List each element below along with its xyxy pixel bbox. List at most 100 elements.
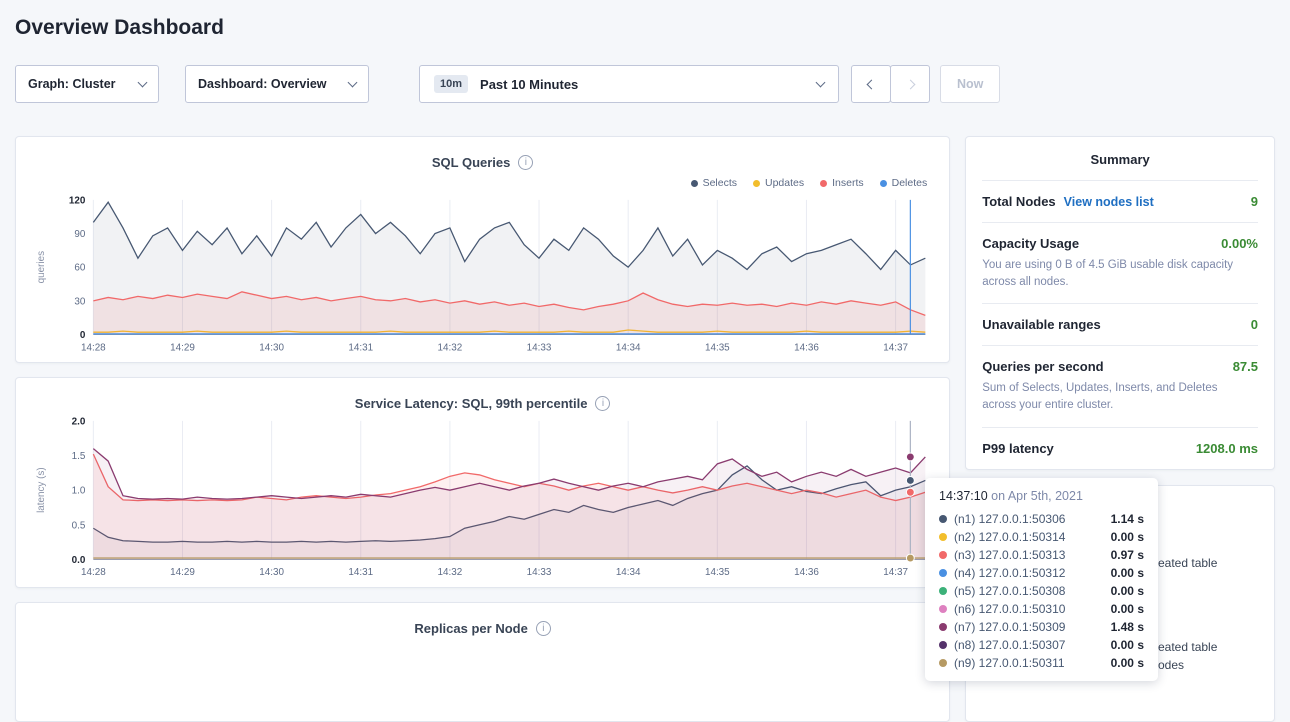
tooltip-node: (n7) 127.0.0.1:50309 [954,620,1065,634]
time-range-label: Past 10 Minutes [480,77,578,92]
summary-row-queries-per-second: Queries per second 87.5 Sum of Selects, … [982,345,1258,426]
tooltip-row-n5: (n5) 127.0.0.1:50308 0.00 s [939,582,1144,600]
tooltip-value: 0.00 s [1111,638,1144,652]
legend-label: Inserts [832,177,864,189]
tooltip-row-n4: (n4) 127.0.0.1:50312 0.00 s [939,564,1144,582]
summary-value: 0 [1251,317,1258,332]
node-series-dot [939,515,947,523]
svg-text:14:37: 14:37 [883,567,908,578]
summary-card: Summary Total Nodes View nodes list 9 Ca… [965,136,1275,470]
svg-text:30: 30 [74,296,85,307]
tooltip-node: (n8) 127.0.0.1:50307 [954,638,1065,652]
node-series-dot [939,533,947,541]
chart-title: Service Latency: SQL, 99th percentile [355,396,588,411]
sql-queries-chart[interactable]: 14:2814:2914:3014:3114:3214:3314:3414:35… [30,192,935,358]
node-series-dot [939,587,947,595]
event-text-fragment[interactable]: eated table [1158,640,1217,654]
svg-text:14:30: 14:30 [259,342,284,353]
tooltip-node: (n6) 127.0.0.1:50310 [954,602,1065,616]
tooltip-node: (n5) 127.0.0.1:50308 [954,584,1065,598]
node-series-dot [939,569,947,577]
svg-text:14:28: 14:28 [81,567,106,578]
service-latency-chart[interactable]: 14:2814:2914:3014:3114:3214:3314:3414:35… [30,413,935,583]
chevron-down-icon [816,78,826,88]
updates-series-dot [753,180,760,187]
svg-text:1.5: 1.5 [72,451,86,462]
chevron-right-icon [905,79,915,89]
legend-label: Deletes [892,177,928,189]
service-latency-chart-card: Service Latency: SQL, 99th percentile i … [15,377,950,588]
svg-text:14:29: 14:29 [170,342,195,353]
info-icon[interactable]: i [595,396,610,411]
tooltip-value: 0.00 s [1111,566,1144,580]
overview-dashboard-page: Overview Dashboard Graph: Cluster Dashbo… [0,0,1290,689]
chevron-down-icon [138,78,148,88]
tooltip-node: (n1) 127.0.0.1:50306 [954,512,1065,526]
graph-dropdown[interactable]: Graph: Cluster [15,65,159,103]
tooltip-date: on Apr 5th, 2021 [991,489,1083,503]
time-nav-group [851,65,930,103]
svg-text:120: 120 [69,195,86,206]
inserts-series-dot [820,180,827,187]
summary-label: Total Nodes [982,194,1055,209]
summary-row-p99-latency: P99 latency 1208.0 ms [982,427,1258,469]
summary-label: Capacity Usage [982,236,1079,251]
deletes-series-dot [880,180,887,187]
chart-header: Service Latency: SQL, 99th percentile i [30,396,935,411]
event-text-fragment[interactable]: odes [1158,658,1184,672]
chart-header: Replicas per Node i [30,621,935,636]
time-back-button[interactable] [851,65,891,103]
svg-text:14:33: 14:33 [527,342,552,353]
summary-value: 87.5 [1233,359,1258,374]
svg-text:queries: queries [36,251,47,283]
dashboard-dropdown-label: Dashboard: Overview [198,77,327,91]
time-forward-button[interactable] [890,65,930,103]
svg-text:14:37: 14:37 [883,342,908,353]
graph-dropdown-label: Graph: Cluster [28,77,116,91]
summary-value: 9 [1251,194,1258,209]
legend-item-selects[interactable]: Selects [691,177,737,189]
chart-title: Replicas per Node [414,621,527,636]
charts-column: SQL Queries i Selects Updates Inserts [15,136,950,722]
svg-text:14:29: 14:29 [170,567,195,578]
tooltip-header: 14:37:10 on Apr 5th, 2021 [939,489,1144,503]
chart-title: SQL Queries [432,155,511,170]
svg-text:1.0: 1.0 [72,486,86,497]
summary-subtext: Sum of Selects, Updates, Inserts, and De… [982,380,1240,413]
legend-item-deletes[interactable]: Deletes [880,177,928,189]
legend-item-inserts[interactable]: Inserts [820,177,864,189]
summary-title: Summary [982,137,1258,180]
summary-value: 1208.0 ms [1196,441,1258,456]
svg-text:14:34: 14:34 [616,567,641,578]
info-icon[interactable]: i [536,621,551,636]
node-series-dot [939,605,947,613]
node-series-dot [939,641,947,649]
node-series-dot [939,551,947,559]
summary-label: P99 latency [982,441,1054,456]
view-nodes-list-link[interactable]: View nodes list [1064,195,1154,209]
legend-label: Selects [703,177,737,189]
tooltip-node: (n2) 127.0.0.1:50314 [954,530,1065,544]
svg-text:14:32: 14:32 [438,567,463,578]
svg-text:14:30: 14:30 [259,567,284,578]
chart-header: SQL Queries i [30,155,935,170]
tooltip-node: (n4) 127.0.0.1:50312 [954,566,1065,580]
event-text-fragment[interactable]: eated table [1158,556,1217,570]
info-icon[interactable]: i [518,155,533,170]
legend-item-updates[interactable]: Updates [753,177,804,189]
chart-hover-tooltip: 14:37:10 on Apr 5th, 2021 (n1) 127.0.0.1… [925,478,1158,681]
tooltip-value: 0.00 s [1111,530,1144,544]
svg-text:14:32: 14:32 [438,342,463,353]
dashboard-dropdown[interactable]: Dashboard: Overview [185,65,369,103]
node-series-dot [939,623,947,631]
summary-row-total-nodes: Total Nodes View nodes list 9 [982,180,1258,222]
now-button[interactable]: Now [940,65,1000,103]
tooltip-row-n9: (n9) 127.0.0.1:50311 0.00 s [939,654,1144,672]
time-range-picker[interactable]: 10m Past 10 Minutes [419,65,839,103]
tooltip-value: 0.97 s [1111,548,1144,562]
dashboard-controls: Graph: Cluster Dashboard: Overview 10m P… [15,65,1275,103]
summary-label: Queries per second [982,359,1103,374]
tooltip-row-n7: (n7) 127.0.0.1:50309 1.48 s [939,618,1144,636]
svg-text:14:36: 14:36 [794,342,819,353]
svg-text:14:31: 14:31 [348,567,373,578]
